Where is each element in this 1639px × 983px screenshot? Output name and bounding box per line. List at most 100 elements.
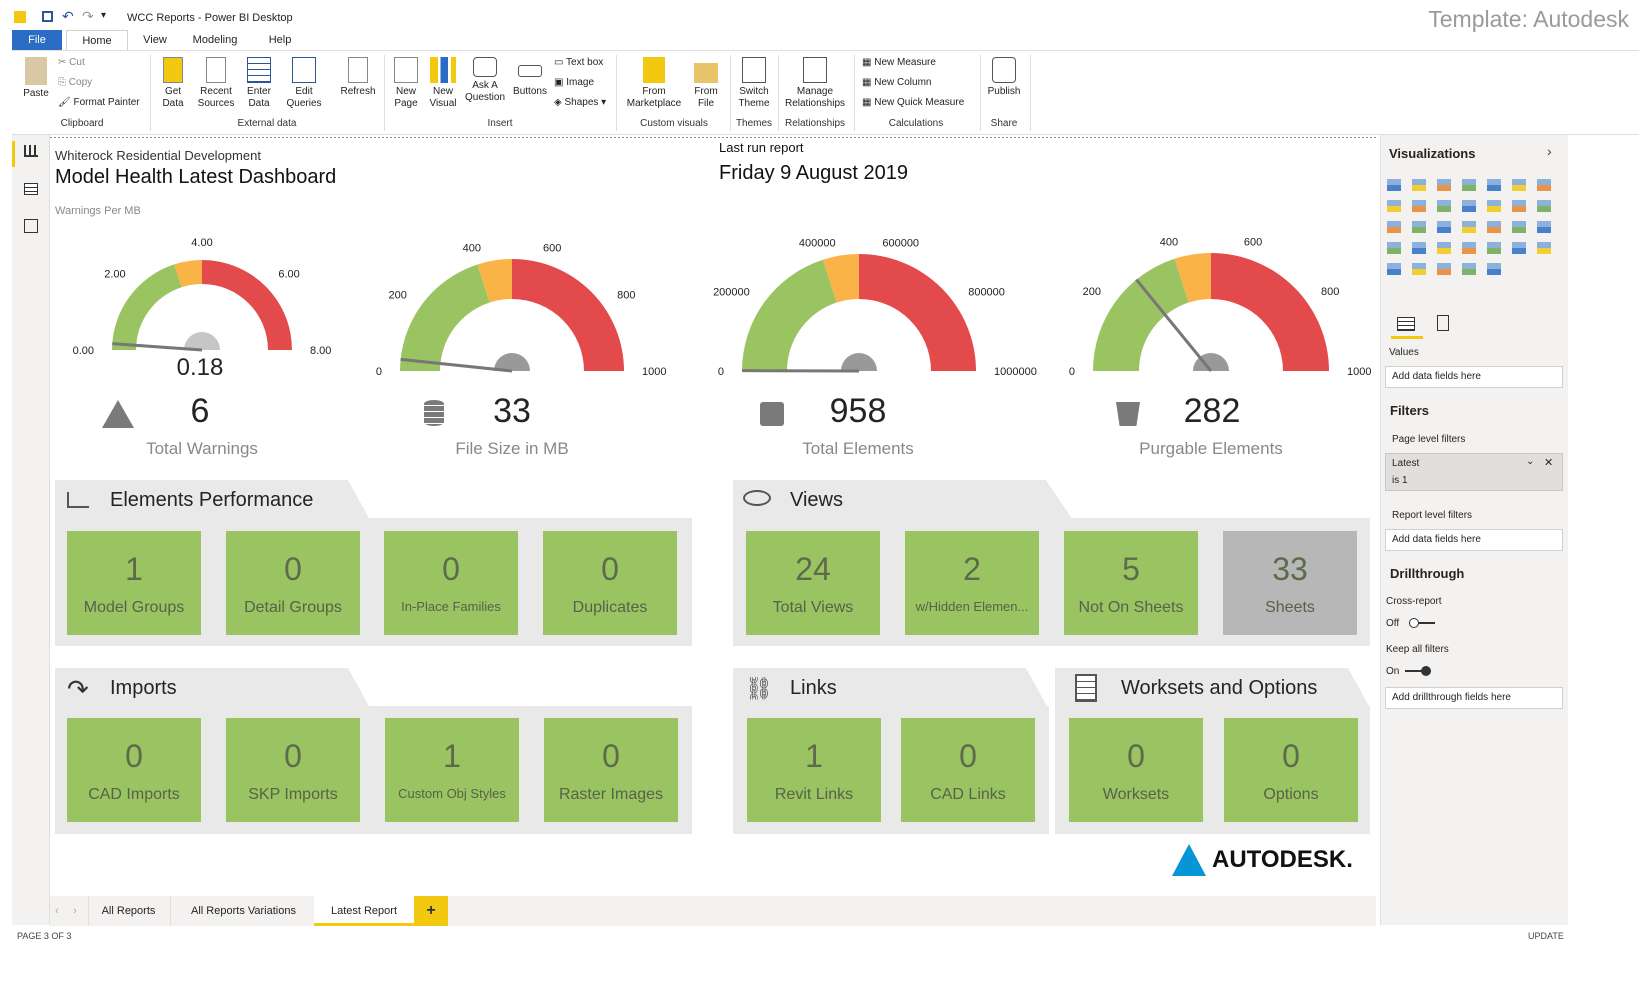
model-view-icon[interactable]	[24, 219, 38, 233]
card-elements[interactable]: 0 In-Place Families	[384, 531, 518, 635]
scroll-left-icon[interactable]: ‹	[50, 896, 64, 926]
new-quick-measure-button[interactable]: ▦ New Quick Measure	[862, 96, 964, 110]
quick-access-dropdown-icon[interactable]: ▾	[101, 10, 106, 21]
tab-file[interactable]: File	[12, 30, 62, 50]
shapes-button[interactable]: ◈ Shapes ▾	[554, 96, 606, 110]
new-page-button[interactable]: New Page	[390, 57, 422, 110]
ask-question-button[interactable]: Ask A Question	[462, 57, 508, 104]
visual-type-icon[interactable]	[1462, 221, 1476, 233]
card-elements[interactable]: 0 Detail Groups	[226, 531, 360, 635]
visual-type-icon[interactable]	[1387, 221, 1401, 233]
visual-type-icon[interactable]	[1537, 200, 1551, 212]
text-box-button[interactable]: ▭ Text box	[554, 56, 603, 70]
edit-queries-button[interactable]: Edit Queries	[282, 57, 326, 110]
cut-button[interactable]: ✂ Cut	[58, 56, 85, 70]
scroll-right-icon[interactable]: ›	[68, 896, 82, 926]
visual-type-icon[interactable]	[1512, 179, 1526, 191]
card-imports[interactable]: 0 CAD Imports	[67, 718, 201, 822]
card-views[interactable]: 33 Sheets	[1223, 531, 1357, 635]
visual-type-icon[interactable]	[1487, 263, 1501, 275]
visual-type-icon[interactable]	[1387, 242, 1401, 254]
visual-type-icon[interactable]	[1437, 242, 1451, 254]
card-worksets[interactable]: 0 Worksets	[1069, 718, 1203, 822]
visual-type-icon[interactable]	[1512, 242, 1526, 254]
visual-type-icon[interactable]	[1487, 179, 1501, 191]
visual-type-icon[interactable]	[1537, 242, 1551, 254]
card-elements[interactable]: 0 Duplicates	[543, 531, 677, 635]
card-views[interactable]: 5 Not On Sheets	[1064, 531, 1198, 635]
page-tab-all-reports-variations[interactable]: All Reports Variations	[170, 896, 316, 926]
visual-type-icon[interactable]	[1537, 221, 1551, 233]
get-data-button[interactable]: Get Data	[156, 57, 190, 110]
visual-type-icon[interactable]	[1487, 242, 1501, 254]
visual-type-icon[interactable]	[1462, 179, 1476, 191]
visual-type-icon[interactable]	[1462, 200, 1476, 212]
visual-type-icon[interactable]	[1512, 200, 1526, 212]
visual-type-icon[interactable]	[1437, 263, 1451, 275]
card-worksets[interactable]: 0 Options	[1224, 718, 1358, 822]
visual-type-icon[interactable]	[1537, 179, 1551, 191]
save-icon[interactable]	[42, 11, 53, 22]
fields-tab-icon[interactable]	[1397, 317, 1415, 331]
new-visual-button[interactable]: New Visual	[427, 57, 459, 110]
data-view-icon[interactable]	[24, 183, 38, 195]
buttons-button[interactable]: Buttons	[510, 57, 550, 98]
report-filters-drop-zone[interactable]: Add data fields here	[1385, 529, 1563, 551]
new-column-button[interactable]: ▦ New Column	[862, 76, 931, 90]
tab-view[interactable]: View	[132, 30, 178, 50]
card-links[interactable]: 1 Revit Links	[747, 718, 881, 822]
visual-type-icon[interactable]	[1387, 263, 1401, 275]
from-file-button[interactable]: From File	[688, 57, 724, 110]
visual-type-icon[interactable]	[1462, 242, 1476, 254]
paste-button[interactable]: Paste	[20, 57, 52, 100]
tab-home[interactable]: Home	[66, 30, 128, 50]
cross-report-toggle[interactable]	[1409, 618, 1435, 628]
visual-type-icon[interactable]	[1387, 200, 1401, 212]
filter-clear-icon[interactable]: ✕	[1544, 456, 1553, 469]
visual-type-icon[interactable]	[1412, 242, 1426, 254]
visual-type-icon[interactable]	[1462, 263, 1476, 275]
switch-theme-button[interactable]: Switch Theme	[734, 57, 774, 110]
report-view-icon[interactable]	[12, 141, 15, 167]
visual-type-icon[interactable]	[1487, 200, 1501, 212]
image-button[interactable]: ▣ Image	[554, 76, 594, 90]
redo-icon[interactable]: ↷	[82, 8, 94, 25]
visual-type-icon[interactable]	[1412, 221, 1426, 233]
card-imports[interactable]: 1 Custom Obj Styles	[385, 718, 519, 822]
page-tab-latest-report[interactable]: Latest Report	[314, 896, 414, 926]
visual-type-icon[interactable]	[1512, 221, 1526, 233]
recent-sources-button[interactable]: Recent Sources	[194, 57, 238, 110]
add-page-button[interactable]: +	[414, 896, 448, 926]
keep-filters-toggle[interactable]	[1405, 666, 1431, 676]
tab-modeling[interactable]: Modeling	[184, 30, 246, 50]
visual-type-icon[interactable]	[1412, 200, 1426, 212]
format-paint-roller-icon[interactable]	[1437, 315, 1449, 331]
enter-data-button[interactable]: Enter Data	[242, 57, 276, 110]
card-views[interactable]: 2 w/Hidden Elemen...	[905, 531, 1039, 635]
visual-type-icon[interactable]	[1437, 179, 1451, 191]
visual-type-icon[interactable]	[1387, 179, 1401, 191]
new-measure-button[interactable]: ▦ New Measure	[862, 56, 936, 70]
collapse-chevron-icon[interactable]: ›	[1547, 143, 1552, 159]
card-links[interactable]: 0 CAD Links	[901, 718, 1035, 822]
copy-button[interactable]: ⎘ Copy	[58, 76, 92, 90]
card-imports[interactable]: 0 SKP Imports	[226, 718, 360, 822]
card-imports[interactable]: 0 Raster Images	[544, 718, 678, 822]
format-painter-button[interactable]: 🖌 Format Painter	[58, 96, 140, 110]
card-views[interactable]: 24 Total Views	[746, 531, 880, 635]
visual-type-icon[interactable]	[1487, 221, 1501, 233]
tab-help[interactable]: Help	[256, 30, 304, 50]
visual-type-icon[interactable]	[1437, 221, 1451, 233]
publish-button[interactable]: Publish	[984, 57, 1024, 98]
visual-type-icon[interactable]	[1412, 179, 1426, 191]
values-drop-zone[interactable]: Add data fields here	[1385, 366, 1563, 388]
undo-icon[interactable]: ↶	[62, 8, 74, 25]
filter-card-latest[interactable]: Latest is 1 ⌄ ✕	[1385, 453, 1563, 491]
page-tab-all-reports[interactable]: All Reports	[88, 896, 168, 926]
visual-type-icon[interactable]	[1412, 263, 1426, 275]
drillthrough-drop-zone[interactable]: Add drillthrough fields here	[1385, 687, 1563, 709]
visual-type-icon[interactable]	[1437, 200, 1451, 212]
manage-relationships-button[interactable]: Manage Relationships	[782, 57, 848, 110]
filter-expand-icon[interactable]: ⌄	[1526, 456, 1534, 467]
report-view-button[interactable]	[24, 145, 38, 157]
